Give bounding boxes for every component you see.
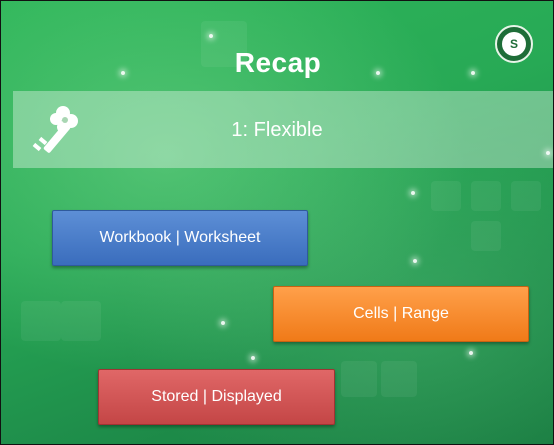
slide: Recap S 1: Flexible Workbook | Worksheet…: [0, 0, 554, 445]
bg-square: [511, 181, 541, 211]
slide-title: Recap: [234, 47, 322, 78]
key-icon: [32, 106, 78, 153]
bg-square: [381, 361, 417, 397]
university-logo-icon: S: [495, 25, 533, 63]
sparkle: [469, 351, 473, 355]
bg-square: [431, 181, 461, 211]
bg-square: [21, 301, 61, 341]
logo-mark: S: [502, 32, 526, 56]
bg-square: [341, 361, 377, 397]
sparkle: [221, 321, 225, 325]
stored-displayed-button[interactable]: Stored | Displayed: [98, 369, 335, 425]
banner-text: 1: Flexible: [231, 119, 323, 141]
bg-square: [471, 181, 501, 211]
sparkle: [209, 34, 213, 38]
sparkle: [411, 191, 415, 195]
workbook-worksheet-button[interactable]: Workbook | Worksheet: [52, 210, 308, 266]
bg-square: [471, 221, 501, 251]
cells-range-button[interactable]: Cells | Range: [273, 286, 529, 342]
sparkle: [413, 259, 417, 263]
sparkle: [251, 356, 255, 360]
bg-square: [61, 301, 101, 341]
